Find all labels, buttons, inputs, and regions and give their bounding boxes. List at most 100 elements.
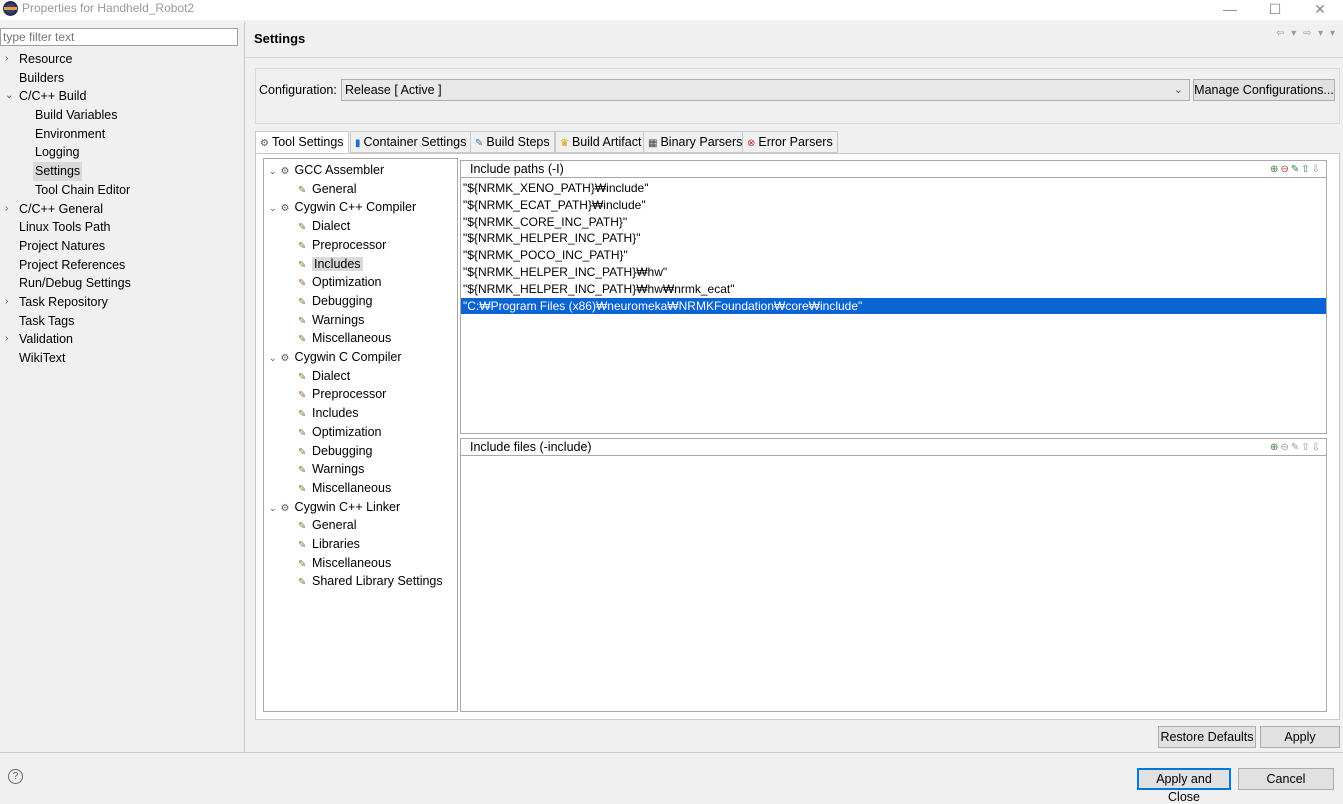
move-down-icon[interactable]: ⇩ [1312,164,1322,175]
restore-defaults-button[interactable]: Restore Defaults [1158,726,1256,748]
apply-button[interactable]: Apply [1260,726,1340,748]
page-nav-icons[interactable]: ⇦ ▾ ⇨ ▾ ▾ [1276,28,1337,39]
list-item[interactable]: "${NRMK_XENO_PATH}₩include" [461,180,1326,197]
move-up-icon[interactable]: ⇧ [1301,164,1311,175]
tool-option[interactable]: ✎ Warnings [298,311,364,330]
chevron-down-icon[interactable]: ⌄ [269,503,277,513]
tab-label: Tool Settings [271,135,344,149]
tab-binary-parsers[interactable]: ▦ Binary Parsers [643,131,748,153]
list-item[interactable]: "C:₩Program Files (x86)₩neuromeka₩NRMKFo… [461,297,1326,315]
tool-option[interactable]: ✎ Miscellaneous [298,554,391,573]
edit-icon: ✎ [1290,442,1302,453]
tree-item[interactable]: › Validation [0,330,244,349]
tree-item[interactable]: Project Natures [0,237,244,256]
tree-item[interactable]: ⌄ C/C++ Build [0,87,244,106]
chevron-right-icon[interactable]: › [5,50,8,69]
list-item[interactable]: "${NRMK_CORE_INC_PATH}" [461,214,1326,231]
tree-item-label: Run/Debug Settings [19,276,131,291]
include-files-header: Include files (-include) ⊕⊖✎⇧⇩ [461,439,1326,456]
list-item[interactable]: "${NRMK_POCO_INC_PATH}" [461,247,1326,264]
tree-item[interactable]: › Resource [0,50,244,69]
chevron-down-icon[interactable]: ⌄ [269,353,277,363]
splitter[interactable] [244,22,245,752]
chevron-right-icon[interactable]: › [5,200,8,219]
list-item[interactable]: "${NRMK_HELPER_INC_PATH}₩hw" [461,264,1326,281]
tool-category[interactable]: ⌄ ⚙ Cygwin C++ Linker [269,498,400,517]
tool-category[interactable]: ⌄ ⚙ GCC Assembler [269,161,384,180]
tool-option[interactable]: ✎ Dialect [298,217,350,236]
chevron-right-icon[interactable]: › [5,293,8,312]
tool-option[interactable]: ✎ General [298,516,356,535]
tool-option[interactable]: ✎ Preprocessor [298,236,386,255]
tab-error-parsers[interactable]: ⊗ Error Parsers [742,131,838,153]
chevron-right-icon[interactable]: › [5,330,8,349]
tool-option[interactable]: ✎ Miscellaneous [298,479,391,498]
tool-option[interactable]: ✎ Includes [298,404,359,423]
delete-icon[interactable]: ⊖ [1280,164,1290,175]
tool-item-label: Optimization [312,424,382,439]
tool-option[interactable]: ✎ Debugging [298,292,372,311]
edit-icon[interactable]: ✎ [1291,164,1301,175]
chevron-down-icon[interactable]: ⌄ [5,87,13,106]
include-files-title: Include files (-include) [470,440,592,454]
tab-icon: ⊗ [747,138,756,149]
tool-option[interactable]: ✎ Dialect [298,367,350,386]
chevron-down-icon[interactable]: ⌄ [269,203,277,213]
tree-item[interactable]: Linux Tools Path [0,218,244,237]
tool-option[interactable]: ✎ Warnings [298,460,364,479]
tab-label: Container Settings [363,135,467,149]
minimize-button[interactable]: — [1210,0,1250,20]
tool-option[interactable]: ✎ Shared Library Settings [298,572,443,591]
add-icon[interactable]: ⊕ [1270,164,1280,175]
tab-tool-settings[interactable]: ⚙ Tool Settings [255,131,349,154]
cancel-button[interactable]: Cancel [1238,768,1334,790]
tab-label: Build Steps [486,135,550,149]
tool-option[interactable]: ✎ General [298,180,356,199]
divider [245,57,1343,58]
tool-option[interactable]: ✎ Preprocessor [298,385,386,404]
tree-item[interactable]: › C/C++ General [0,200,244,219]
list-item[interactable]: "${NRMK_HELPER_INC_PATH}" [461,230,1326,247]
divider [0,752,1343,753]
help-icon[interactable]: ? [8,769,23,784]
tree-item[interactable]: Task Tags [0,312,244,331]
maximize-button[interactable]: ☐ [1255,0,1295,20]
tool-item-label: Preprocessor [312,387,387,402]
tool-category[interactable]: ⌄ ⚙ Cygwin C Compiler [269,348,402,367]
tab-container-settings[interactable]: ▮ Container Settings [350,131,472,153]
tree-item[interactable]: Settings [0,162,244,181]
tree-item[interactable]: Environment [0,125,244,144]
chevron-down-icon: ⌄ [1173,84,1183,96]
tree-item[interactable]: › Task Repository [0,293,244,312]
tree-item[interactable]: Build Variables [0,106,244,125]
tool-option[interactable]: ✎ Debugging [298,442,372,461]
tree-item-label: Project Natures [19,238,106,253]
tool-option[interactable]: ✎ Miscellaneous [298,329,391,348]
tool-option[interactable]: ✎ Optimization [298,423,381,442]
tool-category[interactable]: ⌄ ⚙ Cygwin C++ Compiler [269,198,416,217]
tool-option[interactable]: ✎ Includes [298,255,363,274]
tree-item[interactable]: Tool Chain Editor [0,181,244,200]
list-item[interactable]: "${NRMK_ECAT_PATH}₩include" [461,197,1326,214]
tree-item[interactable]: Run/Debug Settings [0,274,244,293]
tab-build-steps[interactable]: ✎ Build Steps [470,131,555,153]
close-button[interactable]: ✕ [1300,0,1340,20]
apply-and-close-button[interactable]: Apply and Close [1137,768,1231,804]
tree-item[interactable]: WikiText [0,349,244,368]
tool-icon: ⚙ [280,353,290,364]
tool-option[interactable]: ✎ Libraries [298,535,360,554]
delete-icon: ⊖ [1280,442,1291,453]
option-icon: ✎ [298,577,307,589]
configuration-select[interactable]: Release [ Active ] ⌄ [341,79,1190,101]
tab-build-artifact[interactable]: ♛ Build Artifact [555,131,647,153]
tool-option[interactable]: ✎ Optimization [298,273,381,292]
add-icon[interactable]: ⊕ [1270,442,1280,453]
tree-item[interactable]: Builders [0,69,244,88]
tree-item[interactable]: Project References [0,256,244,275]
filter-input[interactable] [0,28,238,46]
tool-item-label: Cygwin C++ Linker [294,499,401,514]
chevron-down-icon[interactable]: ⌄ [269,166,277,176]
tree-item[interactable]: Logging [0,143,244,162]
list-item[interactable]: "${NRMK_HELPER_INC_PATH}₩hw₩nrmk_ecat" [461,281,1326,298]
manage-configurations-button[interactable]: Manage Configurations... [1193,79,1335,101]
